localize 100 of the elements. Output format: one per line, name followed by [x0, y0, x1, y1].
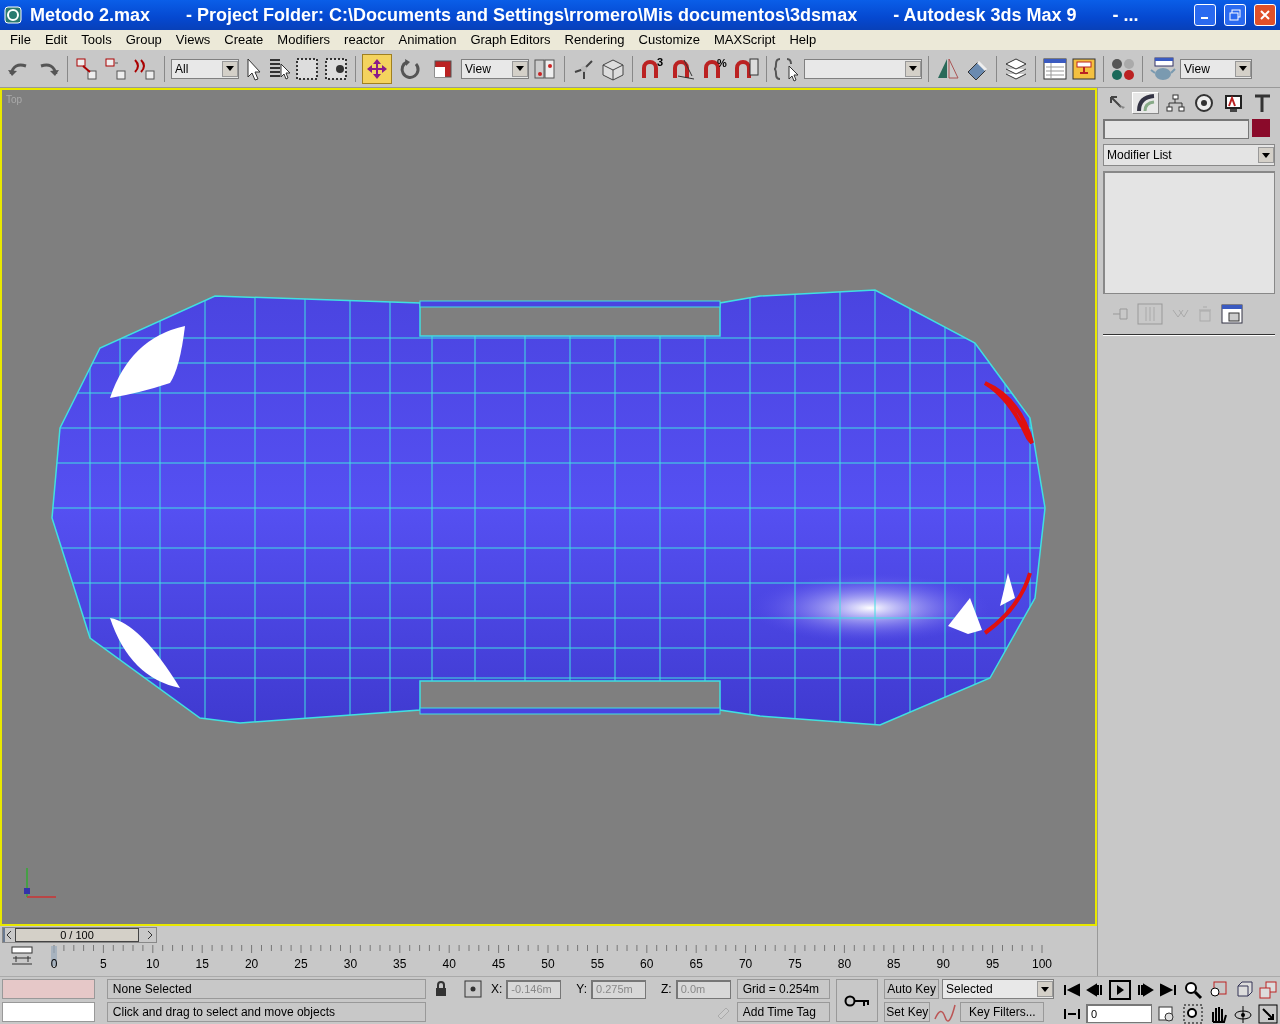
caret-icon[interactable]: [226, 66, 234, 71]
menu-item[interactable]: Help: [782, 30, 824, 50]
unlink-icon[interactable]: [103, 55, 129, 82]
object-name-field[interactable]: [1103, 119, 1249, 139]
rectangle-select-icon[interactable]: [294, 55, 320, 82]
menu-item[interactable]: Modifiers: [270, 30, 338, 50]
frame-number: 15: [195, 957, 209, 971]
chevron-right-icon[interactable]: [145, 928, 155, 942]
menu-item[interactable]: Views: [168, 30, 218, 50]
car-mesh-drawing[interactable]: [51, 289, 1046, 726]
caret-icon[interactable]: [1262, 152, 1270, 158]
set-key-button[interactable]: Set Key: [884, 1002, 931, 1022]
teapot-render-icon[interactable]: [1149, 55, 1177, 82]
frame-number: 65: [689, 957, 703, 971]
close-icon[interactable]: [1259, 9, 1271, 21]
zoom-all-icon[interactable]: [1208, 979, 1228, 1000]
frame-number: 90: [936, 957, 950, 971]
modifier-list-dropdown[interactable]: Modifier List: [1103, 144, 1275, 166]
go-to-start-icon[interactable]: [1063, 982, 1081, 997]
menu-item[interactable]: reactor: [337, 30, 392, 50]
frame-number: 30: [343, 957, 358, 971]
current-frame-field[interactable]: 0: [1086, 1004, 1152, 1023]
maxscript-listener-field[interactable]: [2, 979, 95, 999]
caret-icon[interactable]: [1041, 986, 1049, 992]
frame-number: 25: [294, 957, 308, 971]
auto-key-button[interactable]: Auto Key: [884, 979, 939, 999]
selection-filter-dropdown[interactable]: All: [171, 58, 239, 79]
window-select-icon[interactable]: [323, 55, 349, 82]
key-mode-toggle-icon[interactable]: [1063, 1006, 1081, 1021]
caret-icon[interactable]: [909, 66, 917, 71]
frame-number: 50: [541, 957, 555, 971]
menu-item[interactable]: Create: [217, 30, 271, 50]
frame-number: 85: [887, 957, 901, 971]
set-keys-button[interactable]: [835, 979, 879, 1022]
modifier-stack[interactable]: [1103, 171, 1275, 294]
key-filters-button[interactable]: Key Filters...: [960, 1002, 1045, 1022]
frame-number: 45: [491, 957, 506, 971]
key-icon[interactable]: [843, 994, 870, 1007]
maxscript-input-field[interactable]: [2, 1002, 95, 1022]
menu-item[interactable]: Group: [118, 30, 169, 50]
restore-icon[interactable]: [1229, 9, 1241, 21]
render-type-dropdown[interactable]: View: [1180, 58, 1252, 79]
add-time-tag-button[interactable]: Add Time Tag: [736, 1002, 830, 1022]
project-folder-title: - Project Folder: C:\Documents and Settings\rromero\Mis documentos\3dsmax: [186, 3, 858, 27]
menu-item[interactable]: File: [3, 30, 38, 50]
time-slider-thumb[interactable]: 0 / 100: [15, 928, 139, 942]
menu-item[interactable]: Edit: [37, 30, 75, 50]
link-icon[interactable]: [74, 55, 100, 82]
time-configuration-icon[interactable]: [1157, 1004, 1175, 1023]
caret-icon[interactable]: [1239, 66, 1247, 71]
snap-label: 3: [657, 55, 664, 68]
frame-number: 60: [640, 957, 654, 971]
grid-spacing: Grid = 0.254m: [736, 979, 830, 999]
frame-number: 55: [590, 957, 605, 971]
schematic-view-icon[interactable]: [1071, 55, 1097, 82]
key-curve-icon[interactable]: [933, 1002, 958, 1022]
configure-sets-icon[interactable]: [1221, 304, 1243, 324]
frame-number: 100: [1032, 957, 1052, 971]
time-slider[interactable]: 0 / 100: [2, 927, 157, 943]
frame-number: 20: [244, 957, 259, 971]
restore-button[interactable]: [1224, 4, 1246, 26]
frame-number: 40: [442, 957, 456, 971]
chevron-left-icon[interactable]: [4, 928, 14, 942]
frame-number: 95: [985, 957, 1000, 971]
title-overflow: - ...: [1112, 3, 1139, 27]
frame-number: 10: [146, 957, 160, 971]
frame-number: 35: [393, 957, 407, 971]
menu-item[interactable]: Graph Editors: [463, 30, 558, 50]
x-label: X:: [491, 981, 503, 998]
minimize-button[interactable]: [1194, 4, 1216, 26]
play-icon[interactable]: [1109, 979, 1131, 1000]
key-mode-dropdown[interactable]: Selected: [942, 979, 1054, 999]
previous-frame-icon[interactable]: [1086, 982, 1104, 997]
menu-item[interactable]: Customize: [631, 30, 707, 50]
y-label: Y:: [576, 981, 588, 998]
selection-status: None Selected: [106, 979, 426, 999]
caret-icon[interactable]: [516, 66, 524, 71]
menu-item[interactable]: MAXScript: [707, 30, 783, 50]
zoom-icon[interactable]: [1183, 979, 1203, 1000]
frame-number: 80: [837, 957, 852, 971]
curve-editor-icon[interactable]: [1042, 55, 1068, 82]
reference-coordinates-dropdown[interactable]: View: [461, 58, 529, 79]
go-to-end-icon[interactable]: [1159, 982, 1177, 997]
menu-item[interactable]: Animation: [391, 30, 464, 50]
app-icon: [4, 6, 22, 24]
absolute-mode-icon[interactable]: [464, 980, 482, 998]
named-selection-icon[interactable]: [773, 55, 801, 82]
menu-item[interactable]: Rendering: [557, 30, 632, 50]
maximize-viewport-icon[interactable]: [1258, 1003, 1278, 1024]
orbit-icon[interactable]: [1233, 1003, 1253, 1024]
axis-tripod-icon: [24, 867, 57, 898]
close-button[interactable]: [1254, 4, 1276, 26]
object-color-swatch[interactable]: [1252, 119, 1270, 137]
zoom-region-icon[interactable]: [1183, 1003, 1203, 1024]
snap-label: %: [717, 56, 727, 69]
menu-item[interactable]: Tools: [74, 30, 119, 50]
application-title: - Autodesk 3ds Max 9: [893, 3, 1077, 27]
curve-editor-toggle-icon[interactable]: [11, 946, 33, 965]
next-frame-icon[interactable]: [1136, 982, 1154, 997]
frame-number: 70: [738, 957, 753, 971]
